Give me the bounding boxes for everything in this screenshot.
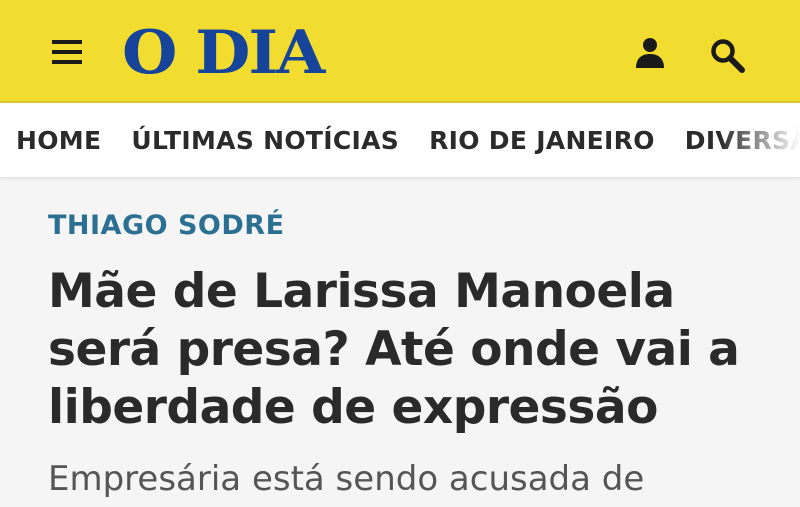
section-nav: HOME ÚLTIMAS NOTÍCIAS RIO DE JANEIRO DIV… xyxy=(0,101,800,177)
nav-item-rio-de-janeiro[interactable]: RIO DE JANEIRO xyxy=(429,126,655,155)
article-headline: Mãe de Larissa Manoela será presa? Até o… xyxy=(48,264,740,435)
article-header: THIAGO SODRÉ Mãe de Larissa Manoela será… xyxy=(48,176,788,501)
nav-item-home[interactable]: HOME xyxy=(16,126,101,155)
nav-item-diversao[interactable]: DIVERSÃO xyxy=(685,126,800,155)
author-name[interactable]: THIAGO SODRÉ xyxy=(48,210,788,241)
nav-item-ultimas-noticias[interactable]: ÚLTIMAS NOTÍCIAS xyxy=(131,126,399,155)
article-summary: Empresária está sendo acusada de xyxy=(48,459,645,499)
site-header: O DIA xyxy=(0,0,800,101)
site-logo[interactable]: O DIA xyxy=(122,18,325,88)
search-icon[interactable] xyxy=(708,36,746,74)
user-icon[interactable] xyxy=(632,34,668,70)
section-nav-items: HOME ÚLTIMAS NOTÍCIAS RIO DE JANEIRO DIV… xyxy=(16,103,800,177)
menu-icon[interactable] xyxy=(52,40,82,64)
